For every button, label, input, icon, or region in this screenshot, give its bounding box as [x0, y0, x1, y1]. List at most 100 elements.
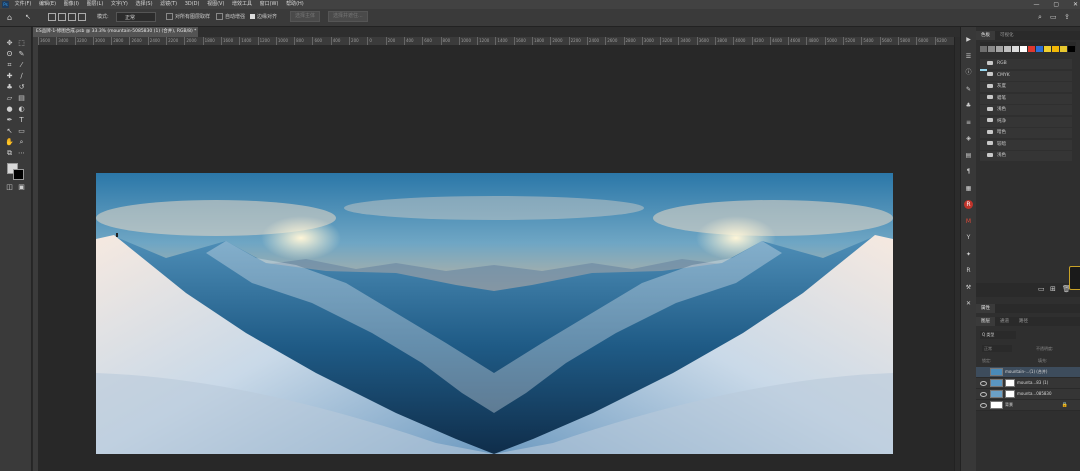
screen-mode-icon[interactable]: ▣	[17, 183, 26, 192]
more-tools-icon[interactable]: ⋯	[17, 149, 26, 158]
subtract-selection-icon[interactable]	[68, 9, 76, 26]
tab-swatches[interactable]: 色板	[976, 31, 995, 40]
gradient-tool-icon[interactable]: ▤	[17, 94, 26, 103]
color-swatch[interactable]	[980, 46, 987, 52]
select-and-mask-button[interactable]: 选择并遮住...	[328, 9, 368, 26]
quick-selection-tool-icon[interactable]: ✎	[17, 50, 26, 59]
swatch-group[interactable]: 暗色	[980, 128, 1072, 138]
new-selection-icon[interactable]	[48, 9, 56, 26]
menu-help[interactable]: 帮助(H)	[286, 0, 304, 9]
visibility-eye-icon[interactable]	[980, 391, 987, 397]
quick-select-tool-icon[interactable]: ↖	[25, 9, 31, 26]
menu-layer[interactable]: 图层(L)	[87, 0, 104, 9]
type-tool-icon[interactable]: T	[17, 116, 26, 125]
color-swatch[interactable]	[1012, 46, 1019, 52]
swatch-group[interactable]: 蜡笔	[980, 93, 1072, 104]
paragraph-icon[interactable]: ¶	[964, 167, 973, 176]
eyedropper-tool-icon[interactable]: ⁄	[17, 61, 26, 70]
edit-toolbar-icon[interactable]: ⧉	[5, 149, 14, 158]
play-icon[interactable]: ▶	[964, 35, 973, 44]
swatch-group[interactable]: RGB	[980, 59, 1072, 69]
yellow-plugin-button[interactable]	[1069, 266, 1080, 290]
visibility-eye-icon[interactable]	[980, 402, 987, 408]
tab-channels[interactable]: 通道	[995, 317, 1014, 326]
tool-preset-icon[interactable]: ⚒	[964, 283, 973, 292]
close-window-button[interactable]: ✕	[1073, 1, 1078, 8]
select-subject-button[interactable]: 选择主体	[290, 9, 321, 26]
color-swatch[interactable]	[988, 46, 995, 52]
r-plugin-icon[interactable]: R	[964, 266, 973, 275]
adjust-icon[interactable]: ☰	[964, 52, 973, 61]
color-swatch[interactable]	[1028, 46, 1035, 52]
crop-tool-icon[interactable]: ⌗	[5, 61, 14, 70]
menu-plugins[interactable]: 增效工具	[232, 0, 252, 9]
minimize-button[interactable]: —	[1033, 1, 1039, 8]
blur-tool-icon[interactable]: ●	[5, 105, 14, 114]
3d-icon[interactable]: ◈	[964, 134, 973, 143]
quick-mask-icon[interactable]: ◫	[5, 183, 14, 192]
home-icon[interactable]: ⌂	[7, 9, 12, 26]
swatch-group[interactable]: 浅色	[980, 105, 1072, 115]
add-selection-icon[interactable]	[58, 9, 66, 26]
blend-mode-select[interactable]: 正常	[982, 345, 1012, 352]
timeline-icon[interactable]: ▦	[964, 184, 973, 193]
layer-row[interactable]: mountain-...(1) (合并)	[976, 367, 1080, 378]
swatch-group[interactable]: CMYK	[980, 70, 1072, 81]
healing-brush-icon[interactable]: ✚	[5, 72, 14, 81]
ra-plugin-icon[interactable]: R	[964, 200, 973, 209]
auto-enhance-checkbox[interactable]: 自动增强	[216, 9, 245, 26]
share-icon[interactable]: ⇪	[1064, 9, 1070, 26]
new-group-icon[interactable]: ▭	[1038, 285, 1045, 293]
yy-plugin-icon[interactable]: Y	[964, 233, 973, 242]
eraser-tool-icon[interactable]: ▱	[5, 94, 14, 103]
maximize-button[interactable]: ▢	[1053, 1, 1059, 8]
search-icon[interactable]: ⌕	[1038, 9, 1042, 26]
dodge-tool-icon[interactable]: ◐	[17, 105, 26, 114]
path-select-icon[interactable]: ↖	[5, 127, 14, 136]
zoom-tool-icon[interactable]: ⌕	[17, 138, 26, 147]
color-swatch[interactable]	[1004, 46, 1011, 52]
pen-tool-icon[interactable]: ✒	[5, 116, 14, 125]
menu-image[interactable]: 图像(I)	[64, 0, 79, 9]
layer-mask-thumbnail[interactable]	[1005, 379, 1015, 387]
swatch-group[interactable]: 灰度	[980, 82, 1072, 92]
artboard-tool-icon[interactable]: ⬚	[17, 39, 26, 48]
workspace-icon[interactable]: ▭	[1050, 9, 1057, 26]
canvas-area[interactable]	[38, 45, 954, 471]
swatch-group[interactable]: 较暗	[980, 139, 1072, 150]
swatch-group[interactable]: 纯净	[980, 116, 1072, 127]
color-swatch[interactable]	[1060, 46, 1067, 52]
menu-type[interactable]: 文字(Y)	[111, 0, 128, 9]
tab-paths[interactable]: 路径	[1014, 317, 1033, 326]
color-swatch[interactable]	[1052, 46, 1059, 52]
color-swatch[interactable]	[1036, 46, 1043, 52]
layer-row[interactable]: mounta...83 (1)	[976, 378, 1080, 389]
libraries-icon[interactable]: ▤	[964, 151, 973, 160]
edge-checkbox[interactable]: 边缘对齐	[250, 9, 277, 26]
tools-icon[interactable]: ✕	[964, 299, 973, 308]
layer-row[interactable]: mounta...085830	[976, 389, 1080, 400]
background-color-swatch[interactable]	[13, 169, 24, 180]
plugin-icon[interactable]: ✦	[964, 250, 973, 259]
menu-file[interactable]: 文件(F)	[15, 0, 32, 9]
shape-tool-icon[interactable]: ▭	[17, 127, 26, 136]
info-icon[interactable]: ⓘ	[964, 68, 973, 77]
menu-edit[interactable]: 编辑(E)	[39, 0, 56, 9]
sample-all-checkbox[interactable]: 对所有图层取样	[166, 9, 210, 26]
menu-filter[interactable]: 滤镜(T)	[160, 0, 177, 9]
swatch-group[interactable]: 浅色	[980, 151, 1072, 161]
visibility-eye-icon[interactable]	[980, 380, 987, 386]
tab-layers[interactable]: 图层	[976, 317, 995, 326]
hand-tool-icon[interactable]: ✋	[5, 138, 14, 147]
im-plugin-icon[interactable]: M	[964, 217, 973, 226]
menu-select[interactable]: 选择(S)	[135, 0, 152, 9]
tab-visualize[interactable]: 可视化	[995, 31, 1019, 40]
lasso-tool-icon[interactable]: ʘ	[5, 50, 14, 59]
color-swatch[interactable]	[996, 46, 1003, 52]
clone-source-icon[interactable]: ♣	[964, 101, 973, 110]
properties-icon[interactable]: ≡	[964, 118, 973, 127]
color-swatch[interactable]	[1020, 46, 1027, 52]
color-swatch[interactable]	[1068, 46, 1075, 52]
move-tool-icon[interactable]: ✥	[5, 39, 14, 48]
new-swatch-icon[interactable]: ⊞	[1050, 285, 1056, 293]
